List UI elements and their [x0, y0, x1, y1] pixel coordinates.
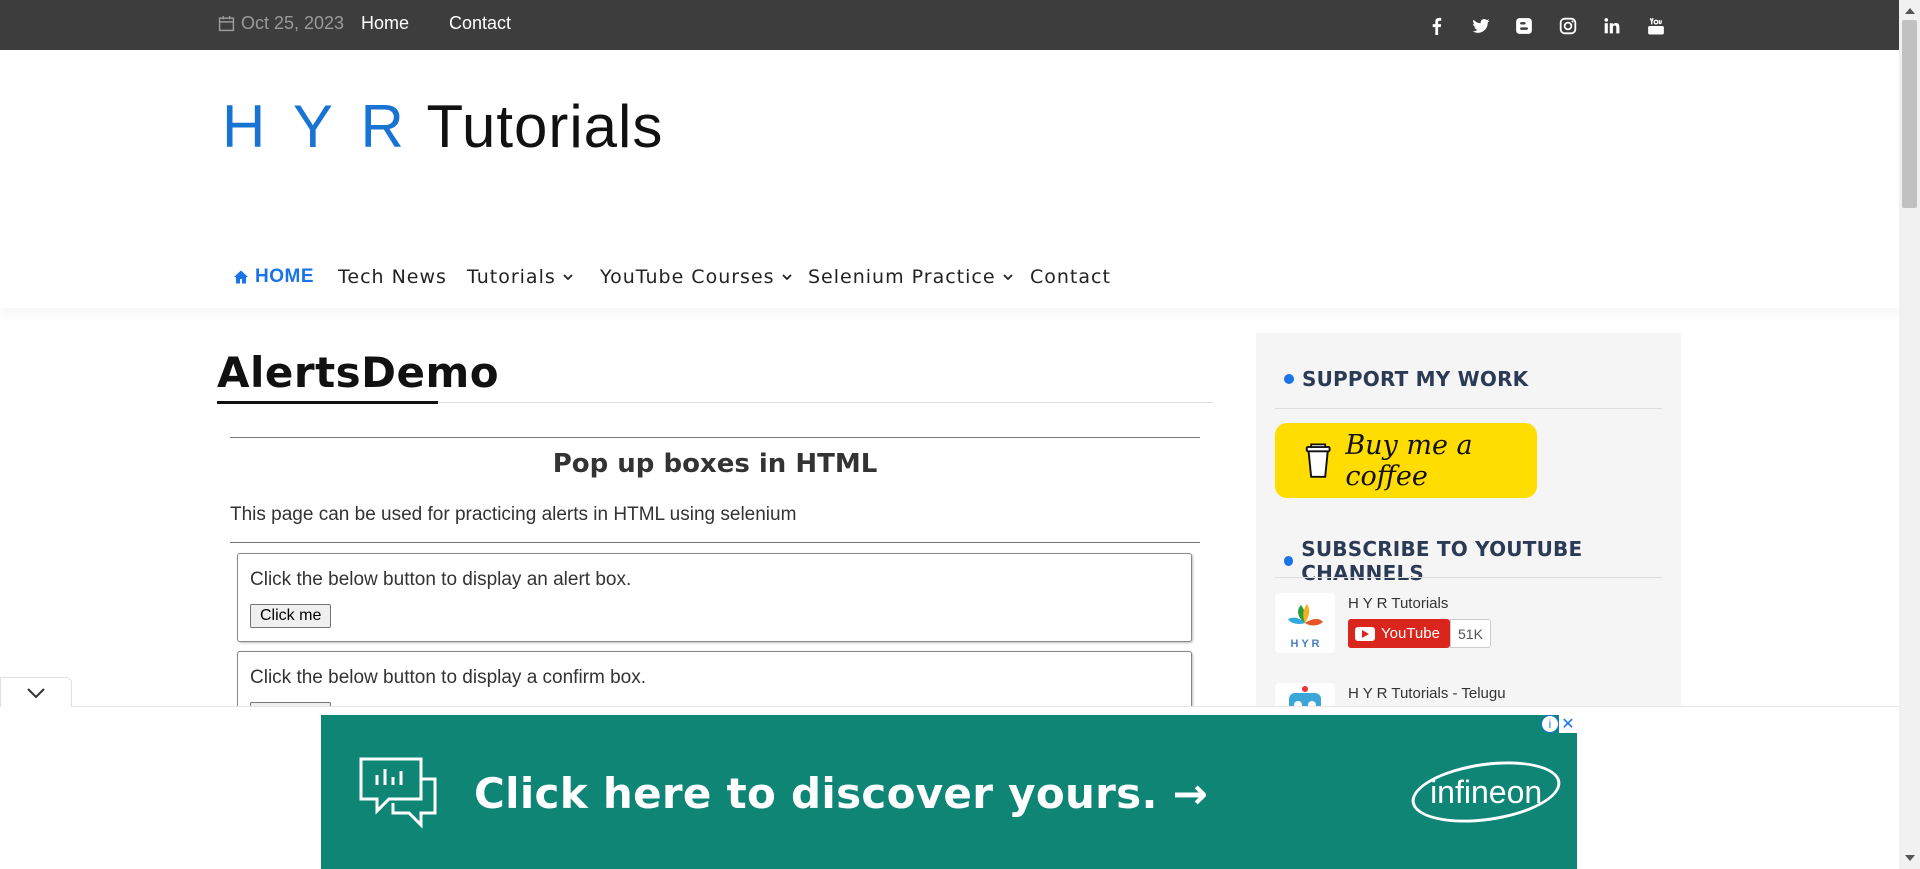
support-heading: SUPPORT MY WORK — [1284, 367, 1528, 391]
nav-selenium-practice-label: Selenium Practice — [808, 266, 996, 288]
nav-tech-news-label: Tech News — [338, 266, 447, 288]
subscriber-count: 51K — [1450, 619, 1491, 648]
nav-youtube-courses[interactable]: YouTube Courses — [600, 266, 793, 288]
chevron-down-icon — [27, 687, 45, 698]
page-scrollbar[interactable] — [1899, 0, 1920, 869]
confirm-box-text: Click the below button to display a conf… — [250, 667, 647, 688]
top-bar: Oct 25, 2023 Home Contact — [0, 0, 1899, 50]
page-title: AlertsDemo — [217, 348, 500, 397]
bullet-dot — [1284, 556, 1294, 566]
youtube-play-icon — [1355, 626, 1375, 641]
sidebar: SUPPORT MY WORK Buy me a coffee SUBSCRIB… — [1256, 333, 1681, 743]
nav-contact-label: Contact — [1030, 266, 1111, 288]
coffee-label: Buy me a coffee — [1345, 429, 1473, 492]
ad-brand-logo: infineon — [1407, 752, 1565, 832]
nav-tech-news[interactable]: Tech News — [338, 266, 447, 288]
home-icon — [234, 270, 248, 284]
chevron-down-icon — [563, 274, 573, 281]
ad-brand-name: infineon — [1429, 773, 1543, 810]
collapse-ad-toggle[interactable] — [0, 677, 72, 707]
buy-me-a-coffee-button[interactable]: Buy me a coffee — [1275, 423, 1537, 498]
nav-contact[interactable]: Contact — [1030, 266, 1111, 288]
chevron-down-icon — [781, 274, 792, 281]
divider — [230, 437, 1200, 438]
ad-close-icon[interactable]: ✕ — [1559, 715, 1577, 733]
sidebar-divider — [1275, 408, 1662, 409]
divider — [230, 542, 1200, 543]
ad-info-icon[interactable]: i — [1541, 715, 1559, 733]
calendar-icon — [218, 16, 235, 32]
nav-home[interactable]: HOME — [233, 266, 314, 288]
blogger-icon[interactable] — [1513, 15, 1535, 37]
top-link-home[interactable]: Home — [361, 13, 409, 34]
youtube-subscribe-button[interactable]: YouTube — [1348, 619, 1450, 648]
logo-hyr: H Y R — [222, 93, 410, 160]
linkedin-icon[interactable] — [1601, 15, 1623, 37]
youtube-icon[interactable] — [1645, 15, 1667, 37]
channel-avatar[interactable]: H Y R — [1275, 593, 1335, 653]
nav-tutorials-label: Tutorials — [467, 266, 556, 288]
nav-home-label: HOME — [255, 266, 314, 287]
ad-headline: Click here to discover yours. → — [474, 769, 1209, 818]
sidebar-divider — [1275, 577, 1662, 578]
nav-tutorials[interactable]: Tutorials — [467, 266, 574, 288]
youtube-button-label: YouTube — [1381, 625, 1440, 642]
scroll-down-icon[interactable] — [1905, 855, 1915, 861]
title-underline — [217, 401, 438, 404]
chat-analytics-icon — [359, 757, 437, 829]
twitter-icon[interactable] — [1470, 15, 1492, 37]
svg-text:H Y R: H Y R — [1291, 638, 1320, 650]
nav-selenium-practice[interactable]: Selenium Practice — [808, 266, 1014, 288]
bullet-dot — [1284, 374, 1294, 384]
section-title: Pop up boxes in HTML — [552, 449, 878, 479]
site-logo[interactable]: H Y R Tutorials — [222, 92, 663, 161]
ad-banner[interactable]: Click here to discover yours. → infineon… — [321, 715, 1577, 869]
channel-name[interactable]: H Y R Tutorials - Telugu — [1348, 685, 1506, 702]
date-display: Oct 25, 2023 — [218, 13, 344, 34]
intro-text: This page can be used for practicing ale… — [230, 504, 797, 525]
alert-button[interactable]: Click me — [250, 604, 332, 628]
alert-box-text: Click the below button to display an ale… — [250, 569, 632, 590]
confirm-box-section: Click the below button to display a conf… — [237, 651, 1192, 711]
instagram-icon[interactable] — [1557, 15, 1579, 37]
scroll-thumb[interactable] — [1902, 20, 1917, 208]
chevron-down-icon — [1002, 274, 1013, 281]
nav-youtube-courses-label: YouTube Courses — [600, 266, 775, 288]
main-nav: HOME Tech News Tutorials YouTube Courses… — [0, 250, 1899, 308]
support-heading-label: SUPPORT MY WORK — [1302, 367, 1529, 391]
scroll-up-icon[interactable] — [1905, 8, 1915, 14]
top-link-contact[interactable]: Contact — [449, 13, 511, 34]
channel-name[interactable]: H Y R Tutorials — [1348, 595, 1448, 612]
facebook-icon[interactable] — [1426, 15, 1448, 37]
logo-tutorials: Tutorials — [426, 93, 664, 160]
coffee-cup-icon — [1305, 442, 1331, 478]
alert-box-section: Click the below button to display an ale… — [237, 553, 1192, 642]
date-text: Oct 25, 2023 — [241, 13, 345, 33]
